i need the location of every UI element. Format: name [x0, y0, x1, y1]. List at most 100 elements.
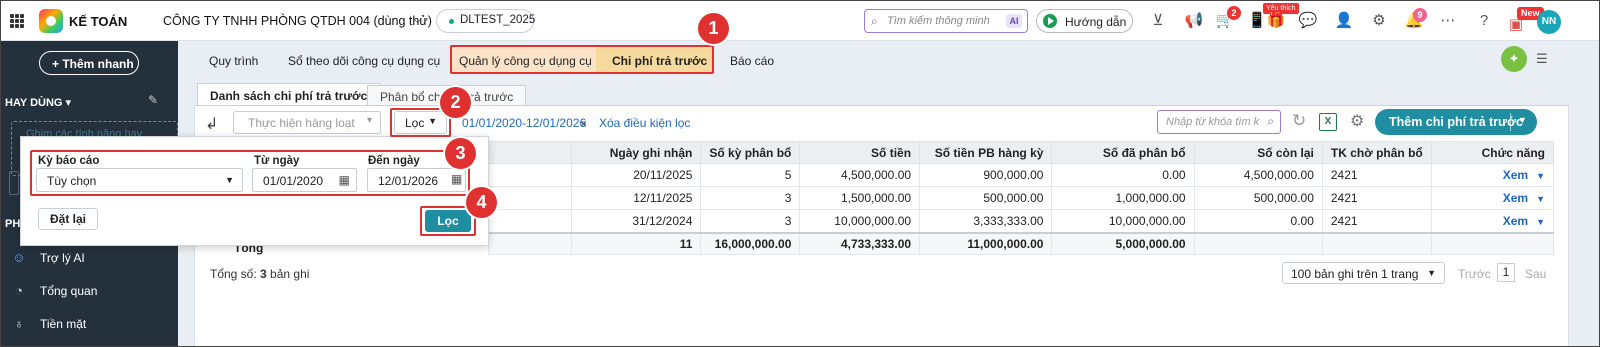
- filter-button[interactable]: Lọc ▼: [394, 111, 447, 134]
- page-size-value: 100 bản ghi trên 1 trang: [1291, 267, 1419, 281]
- refresh-icon[interactable]: ↻: [1292, 111, 1306, 131]
- apply-filter-button[interactable]: Lọc: [425, 210, 471, 232]
- date-range-link[interactable]: 01/01/2020-12/01/2026: [462, 116, 586, 130]
- total-cell: [1321, 231, 1432, 255]
- quick-add-button[interactable]: + Thêm nhanh: [39, 51, 139, 75]
- subtab-prepaid-list[interactable]: Danh sách chi phí trả trước: [197, 83, 381, 106]
- table-cell: 500,000.00: [919, 186, 1053, 210]
- column-header[interactable]: TK chờ phân bổ: [1321, 141, 1432, 164]
- chevron-down-icon[interactable]: ⌵: [413, 12, 422, 27]
- column-header[interactable]: Ngày ghi nhận: [571, 141, 702, 164]
- total-cell: [1193, 231, 1323, 255]
- caret-down-icon[interactable]: ▼: [1536, 217, 1545, 227]
- record-count: Tổng số: 3 bản ghi: [210, 267, 309, 281]
- table-cell: 3,333,333.00: [919, 209, 1053, 233]
- filter-label: Lọc: [405, 116, 425, 130]
- megaphone-icon[interactable]: 📢: [1184, 11, 1204, 31]
- column-header[interactable]: Số còn lại: [1193, 141, 1323, 164]
- table-cell: 10,000,000.00: [799, 209, 921, 233]
- sidebar-item-label: Trợ lý AI: [40, 251, 85, 265]
- table-row[interactable]: 20/11/2025 5 4,500,000.00 900,000.00 0.0…: [487, 163, 1555, 187]
- ai-badge: AI: [1006, 14, 1022, 28]
- bulk-action-button[interactable]: Thực hiện hàng loạt ▾: [233, 111, 381, 134]
- column-header[interactable]: Số tiền: [799, 141, 921, 164]
- company-name[interactable]: CÔNG TY TNHH PHÒNG QTDH 004 (dùng thử): [163, 14, 432, 28]
- table-cell: 3: [700, 209, 801, 233]
- total-cell: 16,000,000.00: [700, 231, 801, 255]
- prev-page-button[interactable]: Trước: [1458, 267, 1491, 281]
- gift-icon[interactable]: 🎁: [1266, 11, 1286, 31]
- table-cell: [487, 163, 573, 187]
- help-icon[interactable]: ?: [1474, 11, 1494, 31]
- pencil-icon[interactable]: ✎: [148, 93, 158, 107]
- gear-icon[interactable]: ⚙: [1350, 111, 1364, 131]
- period-select[interactable]: Tùy chọn ▼: [36, 168, 243, 192]
- view-action[interactable]: Xem ▼: [1430, 186, 1555, 210]
- app-grid-icon[interactable]: [10, 14, 24, 28]
- keyword-search-input[interactable]: Nhập từ khóa tìm k ⌕: [1157, 110, 1281, 134]
- app-logo: [39, 9, 63, 33]
- column-header: [487, 141, 573, 164]
- tab-tool-ledger[interactable]: Sổ theo dõi công cụ dụng cụ: [288, 54, 440, 68]
- calendar-icon[interactable]: ▦: [339, 173, 350, 187]
- column-header: Chức năng: [1430, 141, 1555, 164]
- layout-settings-icon[interactable]: ☰: [1536, 51, 1548, 67]
- table-cell: 4,500,000.00: [1193, 163, 1323, 187]
- caret-down-icon[interactable]: ▼: [1536, 171, 1545, 181]
- caret-down-icon[interactable]: ▼: [1536, 194, 1545, 204]
- clear-filter-link[interactable]: Xóa điều kiện lọc: [599, 116, 690, 130]
- table-row[interactable]: 31/12/2024 3 10,000,000.00 3,333,333.00 …: [487, 209, 1555, 233]
- tab-workflow[interactable]: Quy trình: [209, 54, 258, 68]
- guide-button[interactable]: Hướng dẫn: [1036, 9, 1133, 33]
- add-user-icon[interactable]: 👤: [1334, 11, 1354, 31]
- column-header[interactable]: Số tiền PB hàng kỳ: [919, 141, 1053, 164]
- table-cell: 5: [700, 163, 801, 187]
- tab-reports[interactable]: Báo cáo: [730, 54, 774, 68]
- avatar[interactable]: NN: [1537, 10, 1561, 34]
- view-action[interactable]: Xem ▼: [1430, 163, 1555, 187]
- column-header[interactable]: Số kỳ phân bổ: [700, 141, 801, 164]
- caret-down-icon: ▼: [225, 175, 234, 185]
- return-arrow-icon[interactable]: ↲: [205, 114, 218, 134]
- reset-button[interactable]: Đặt lại: [38, 208, 98, 230]
- more-icon[interactable]: ⋯: [1438, 11, 1458, 31]
- download-icon[interactable]: ⊻: [1148, 11, 1168, 31]
- table-row[interactable]: 12/11/2025 3 1,500,000.00 500,000.00 1,0…: [487, 186, 1555, 210]
- step-marker-4: 4: [466, 187, 497, 218]
- database-name: DLTEST_2025: [460, 14, 536, 26]
- current-page[interactable]: 1: [1497, 263, 1515, 282]
- view-link[interactable]: Xem: [1503, 214, 1528, 228]
- smart-search-input[interactable]: ⌕ Tìm kiếm thông minh AI: [864, 9, 1028, 33]
- table-cell: 10,000,000.00: [1051, 209, 1195, 233]
- play-icon: [1043, 14, 1057, 28]
- chat-icon[interactable]: 💬: [1298, 11, 1318, 31]
- robot-icon: ☺: [12, 250, 26, 265]
- page-size-select[interactable]: 100 bản ghi trên 1 trang ▼: [1282, 262, 1445, 284]
- search-icon: ⌕: [871, 14, 878, 28]
- caret-down-icon[interactable]: ▼: [1518, 115, 1527, 125]
- settings-icon[interactable]: ⚙: [1369, 11, 1389, 31]
- step-marker-1: 1: [698, 13, 729, 44]
- excel-icon[interactable]: X: [1319, 113, 1337, 131]
- view-link[interactable]: Xem: [1503, 191, 1528, 205]
- phone-icon[interactable]: 📱: [1247, 11, 1267, 31]
- from-date-input[interactable]: 01/01/2020 ▦: [252, 168, 357, 192]
- view-action[interactable]: Xem ▼: [1430, 209, 1555, 233]
- calendar-icon[interactable]: ▦: [451, 172, 462, 186]
- caret-down-icon[interactable]: ▾: [66, 97, 72, 109]
- table-cell: 500,000.00: [1193, 186, 1323, 210]
- tab-tool-management[interactable]: Quản lý công cụ dụng cụ: [459, 54, 592, 68]
- table-header-row: Ngày ghi nhận Số kỳ phân bổ Số tiền Số t…: [487, 141, 1555, 164]
- close-icon[interactable]: ×: [580, 117, 587, 131]
- table-cell: 2421: [1321, 163, 1432, 187]
- add-prepaid-expense-button[interactable]: Thêm chi phí trả trước ▼: [1375, 109, 1537, 135]
- column-header[interactable]: Số đã phân bổ: [1051, 141, 1195, 164]
- tab-prepaid-expenses[interactable]: Chi phí trả trước: [612, 54, 707, 68]
- quick-add-label: + Thêm nhanh: [52, 57, 134, 71]
- next-page-button[interactable]: Sau: [1525, 267, 1546, 281]
- total-cell: 11: [571, 231, 702, 255]
- view-link[interactable]: Xem: [1503, 168, 1528, 182]
- lightbulb-icon[interactable]: ✦: [1501, 46, 1527, 72]
- add-button-label: Thêm chi phí trả trước: [1389, 115, 1523, 129]
- table-cell: 31/12/2024: [571, 209, 702, 233]
